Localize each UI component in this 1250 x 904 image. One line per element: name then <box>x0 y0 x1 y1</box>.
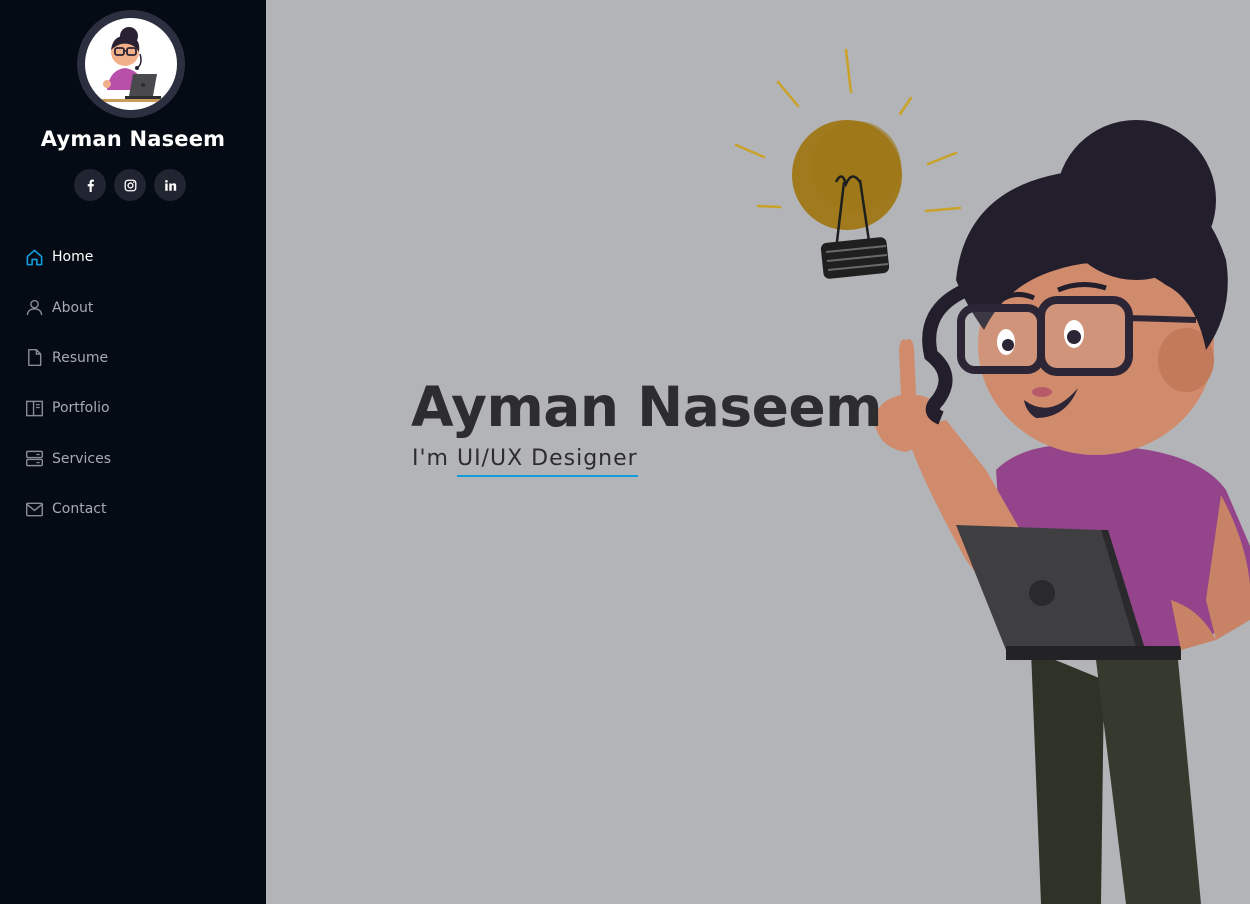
sidebar: Ayman Naseem Home About Resume Portfolio… <box>0 0 266 904</box>
facebook-link[interactable] <box>74 169 106 201</box>
nav-item-label: Contact <box>52 501 107 518</box>
hero-subtitle-prefix: I'm <box>412 446 457 471</box>
instagram-link[interactable] <box>114 169 146 201</box>
instagram-icon <box>124 179 136 191</box>
avatar <box>77 10 185 118</box>
light-bulb-icon <box>792 120 902 279</box>
nav-item-contact[interactable]: Contact <box>0 484 266 534</box>
nav-item-resume[interactable]: Resume <box>0 333 266 383</box>
facebook-icon <box>87 179 94 192</box>
envelope-icon <box>24 499 44 519</box>
typed-role: UI/UX Designer <box>456 446 638 477</box>
linkedin-link[interactable] <box>154 169 186 201</box>
avatar-image <box>85 18 177 110</box>
book-icon <box>24 398 44 418</box>
nav-item-label: Portfolio <box>52 400 110 417</box>
character-illustration <box>874 120 1250 904</box>
social-links <box>74 169 186 201</box>
nav-item-home[interactable]: Home <box>0 232 266 282</box>
person-icon <box>24 298 44 318</box>
home-icon <box>24 247 44 267</box>
nav-item-label: Services <box>52 450 112 467</box>
nav-item-label: Home <box>52 249 94 266</box>
nav-item-label: Resume <box>52 349 109 366</box>
main-nav: Home About Resume Portfolio Services Con… <box>0 232 266 534</box>
hero-section: Ayman Naseem I'm UI/UX Designer <box>266 0 1250 904</box>
server-icon <box>24 449 44 469</box>
nav-item-label: About <box>52 299 94 316</box>
file-icon <box>24 348 44 368</box>
hero-subtitle: I'm UI/UX Designer <box>412 446 638 477</box>
linkedin-icon <box>164 179 176 191</box>
nav-item-portfolio[interactable]: Portfolio <box>0 383 266 433</box>
nav-item-services[interactable]: Services <box>0 434 266 484</box>
profile-name: Ayman Naseem <box>40 127 226 151</box>
nav-item-about[interactable]: About <box>0 282 266 332</box>
hero-title: Ayman Naseem <box>411 375 882 439</box>
